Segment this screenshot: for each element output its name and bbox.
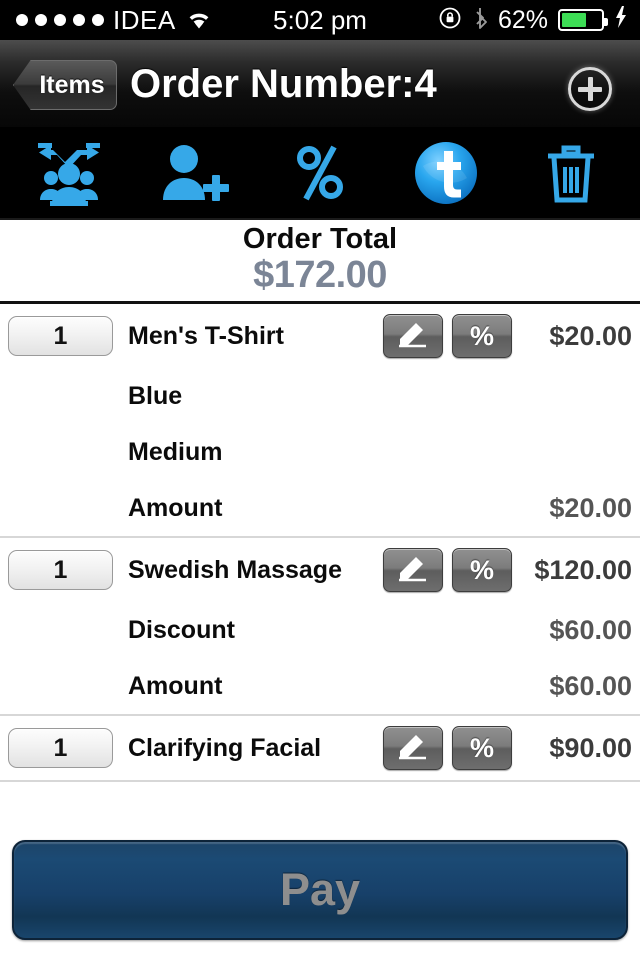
item-discount-button[interactable]: % (452, 548, 512, 592)
split-check-icon[interactable] (13, 134, 125, 212)
order-total-panel: Order Total $172.00 (0, 218, 640, 304)
subrow-value: $20.00 (549, 492, 632, 523)
subrow-value: $60.00 (549, 670, 632, 701)
order-total-label: Order Total (242, 223, 398, 255)
bluetooth-icon (472, 6, 488, 35)
pencil-edit-icon (393, 319, 433, 354)
rotation-lock-icon (438, 6, 462, 35)
order-items-list: 1 Men's T-Shirt% $20.00 Blue Medium Amount $20… (0, 304, 640, 782)
order-item-subrow: Discount $60.00 (0, 602, 640, 658)
item-discount-button[interactable]: % (452, 726, 512, 770)
quantity-stepper[interactable]: 1 (8, 550, 113, 590)
percent-icon: % (469, 554, 494, 585)
tab-badge-icon[interactable] (390, 134, 502, 212)
subrow-label: Amount (128, 493, 223, 522)
quantity-stepper[interactable]: 1 (8, 316, 113, 356)
order-item-row[interactable]: 1 Swedish Massage% $120.00 (0, 538, 640, 602)
order-item-subrow: Blue (0, 368, 640, 424)
subrow-label: Blue (128, 381, 183, 410)
order-item-subrow: Amount $20.00 (0, 480, 640, 536)
item-name-label: Men's T-Shirt (128, 321, 284, 350)
trash-icon[interactable] (515, 134, 627, 212)
order-item-subrow: Medium (0, 424, 640, 480)
item-name-label: Clarifying Facial (128, 733, 322, 762)
subrow-label: Amount (128, 671, 223, 700)
edit-item-button[interactable] (383, 726, 443, 770)
battery-icon (558, 9, 608, 31)
order-item-group: 1 Men's T-Shirt% $20.00 Blue Medium Amount $20… (0, 304, 640, 538)
percent-discount-icon[interactable] (264, 134, 376, 212)
item-price-label: $20.00 (549, 320, 632, 351)
quantity-stepper[interactable]: 1 (8, 728, 113, 768)
order-item-row[interactable]: 1 Clarifying Facial% $90.00 (0, 716, 640, 780)
plus-circle-icon[interactable] (568, 67, 612, 111)
item-discount-button[interactable]: % (452, 314, 512, 358)
lightning-bolt-icon (614, 5, 628, 36)
order-item-group: 1 Clarifying Facial% $90.00 (0, 716, 640, 782)
order-screen: IDEA 5:02 pm 62% Items Order Number:4 Or… (0, 0, 640, 960)
pencil-edit-icon (393, 731, 433, 766)
item-price-label: $90.00 (549, 732, 632, 763)
percent-icon: % (469, 732, 494, 763)
item-action-buttons: % (383, 314, 512, 358)
add-customer-icon[interactable] (138, 134, 250, 212)
pay-button[interactable]: Pay (12, 840, 628, 940)
item-name-label: Swedish Massage (128, 555, 342, 584)
item-price-label: $120.00 (534, 554, 632, 585)
back-button-items[interactable]: Items (13, 60, 117, 110)
navigation-bar: Items Order Number:4 (0, 40, 640, 128)
subrow-value: $60.00 (549, 614, 632, 645)
pencil-edit-icon (393, 553, 433, 588)
subrow-label: Medium (128, 437, 223, 466)
status-bar-right: 62% (438, 5, 628, 36)
action-toolbar (0, 128, 640, 218)
edit-item-button[interactable] (383, 548, 443, 592)
subrow-label: Discount (128, 615, 235, 644)
pay-button-label: Pay (279, 864, 361, 915)
status-bar: IDEA 5:02 pm 62% (0, 0, 640, 40)
item-action-buttons: % (383, 548, 512, 592)
order-item-row[interactable]: 1 Men's T-Shirt% $20.00 (0, 304, 640, 368)
item-action-buttons: % (383, 726, 512, 770)
order-total-value: $172.00 (253, 254, 387, 297)
order-item-subrow: Amount $60.00 (0, 658, 640, 714)
order-item-group: 1 Swedish Massage% $120.00 Discount $60.00 Am… (0, 538, 640, 716)
page-title: Order Number:4 (130, 61, 437, 106)
edit-item-button[interactable] (383, 314, 443, 358)
battery-percent-label: 62% (497, 5, 548, 34)
percent-icon: % (469, 320, 494, 351)
pay-area: Pay (0, 782, 640, 940)
